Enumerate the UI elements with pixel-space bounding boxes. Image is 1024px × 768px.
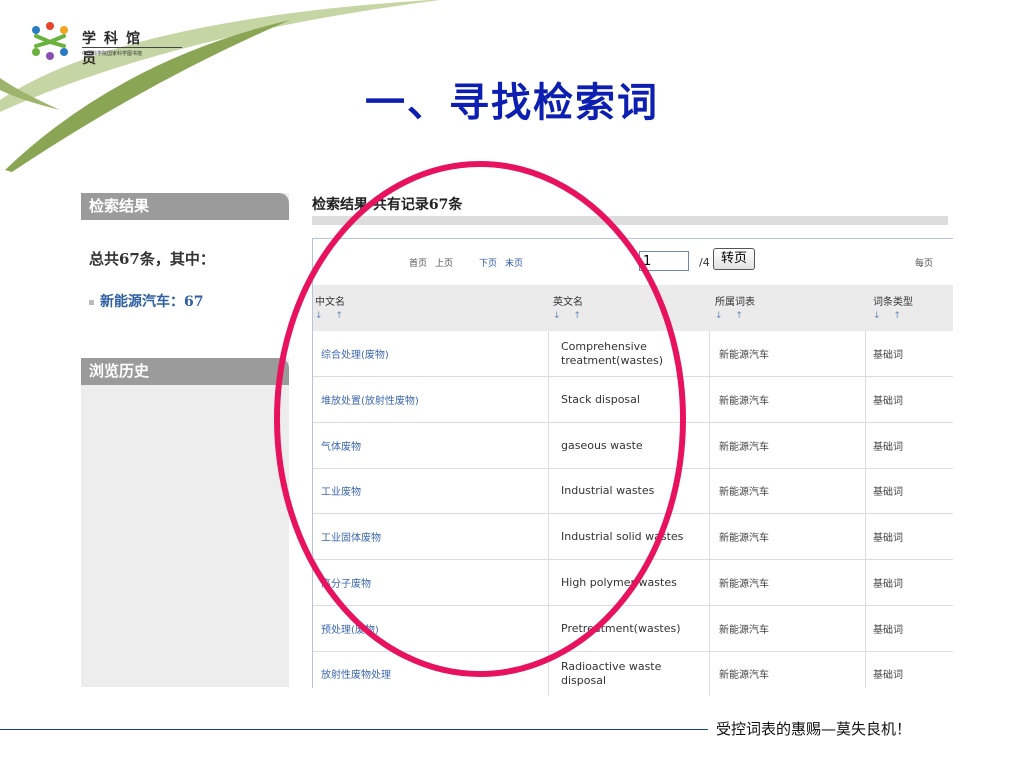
term-zh-link[interactable]: 工业废物 — [321, 468, 361, 513]
term-zh-link[interactable]: 高分子废物 — [321, 560, 371, 605]
logo-rule — [82, 47, 182, 48]
last-page-link[interactable]: 末页 — [505, 256, 523, 269]
term-vocab: 新能源汽车 — [719, 579, 769, 590]
footer-slogan: 受控词表的惠赐—莫失良机！ — [716, 720, 912, 738]
term-vocab: 新能源汽车 — [719, 533, 769, 544]
term-vocab: 新能源汽车 — [719, 396, 769, 407]
first-page-link[interactable]: 首页 — [409, 256, 427, 269]
term-en: Radioactive waste disposal — [548, 651, 710, 696]
category-filter-link[interactable]: 新能源汽车：67 — [89, 291, 203, 311]
term-vocab: 新能源汽车 — [719, 442, 769, 453]
footer-rule — [0, 729, 708, 730]
slide-title: 一、寻找检索词 — [365, 79, 659, 126]
logo-mark-icon — [32, 22, 68, 60]
term-en: High polymer wastes — [548, 560, 710, 605]
term-vocab: 新能源汽车 — [719, 670, 769, 681]
term-zh-link[interactable]: 堆放处置(放射性废物) — [321, 377, 419, 422]
results-panel — [81, 220, 289, 358]
sort-arrows-icon[interactable]: ↓ ↑ — [315, 311, 348, 321]
term-type: 基础词 — [873, 533, 903, 544]
logo: 学科馆员 中国科学院国家科学图书馆 — [28, 20, 182, 67]
term-en: Pretreatment(wastes) — [548, 606, 710, 651]
term-en: Industrial solid wastes — [548, 514, 710, 559]
table-row: 工业废物 Industrial wastes 新能源汽车 基础词 — [313, 468, 953, 514]
sort-arrows-icon[interactable]: ↓ ↑ — [873, 311, 913, 321]
term-zh-link[interactable]: 工业固体废物 — [321, 514, 381, 559]
column-header-type[interactable]: 词条类型 ↓ ↑ — [873, 293, 913, 321]
column-label: 所属词表 — [715, 297, 755, 308]
results-panel-main: 首页 上页 下页 末页 1 /4 转页 每页 中文名 ↓ ↑ 英文名 ↓ ↑ 所属词… — [312, 238, 953, 696]
prev-page-link[interactable]: 上页 — [435, 256, 453, 269]
term-type: 基础词 — [873, 579, 903, 590]
term-zh-link[interactable]: 预处理(废物) — [321, 606, 379, 651]
sort-arrows-icon[interactable]: ↓ ↑ — [715, 311, 755, 321]
pagination-bar: 首页 上页 下页 末页 1 /4 转页 每页 — [313, 239, 953, 283]
term-type: 基础词 — [873, 487, 903, 498]
term-type: 基础词 — [873, 670, 903, 681]
table-row: 高分子废物 High polymer wastes 新能源汽车 基础词 — [313, 560, 953, 606]
per-page-label: 每页 — [915, 259, 934, 269]
logo-subtitle: 中国科学院国家科学图书馆 — [82, 51, 143, 57]
category-label: 新能源汽车：67 — [100, 294, 204, 310]
column-label: 英文名 — [553, 297, 583, 308]
go-to-page-button[interactable]: 转页 — [713, 248, 755, 270]
column-header-zh[interactable]: 中文名 ↓ ↑ — [315, 293, 348, 321]
term-type: 基础词 — [873, 625, 903, 636]
column-divider — [865, 331, 866, 688]
table-row: 综合处理(废物) Comprehensive treatment(wastes)… — [313, 331, 953, 377]
term-en: Industrial wastes — [548, 468, 710, 513]
history-heading: 浏览历史 — [81, 358, 289, 385]
sort-arrows-icon[interactable]: ↓ ↑ — [553, 311, 586, 321]
table-row: 工业固体废物 Industrial solid wastes 新能源汽车 基础词 — [313, 514, 953, 560]
term-zh-link[interactable]: 气体废物 — [321, 423, 361, 468]
sidebar: 检索结果 总共67条，其中： 新能源汽车：67 浏览历史 — [81, 193, 289, 687]
term-vocab: 新能源汽车 — [719, 487, 769, 498]
results-title: 检索结果 共有记录67条 — [312, 197, 463, 213]
term-en: Stack disposal — [548, 377, 710, 422]
bullet-icon — [89, 299, 94, 305]
term-type: 基础词 — [873, 442, 903, 453]
table-row: 气体废物 gaseous waste 新能源汽车 基础词 — [313, 423, 953, 469]
column-label: 词条类型 — [873, 297, 913, 308]
results-heading: 检索结果 — [81, 193, 289, 220]
term-type: 基础词 — [873, 350, 903, 361]
table-row: 放射性废物处理 Radioactive waste disposal 新能源汽车… — [313, 651, 953, 696]
term-zh-link[interactable]: 放射性废物处理 — [321, 651, 391, 696]
term-vocab: 新能源汽车 — [719, 625, 769, 636]
next-page-link[interactable]: 下页 — [479, 256, 497, 269]
term-zh-link[interactable]: 综合处理(废物) — [321, 331, 389, 376]
term-type: 基础词 — [873, 396, 903, 407]
term-en: Comprehensive treatment(wastes) — [548, 331, 710, 376]
page-number-input[interactable]: 1 — [639, 251, 689, 271]
table-row: 预处理(废物) Pretreatment(wastes) 新能源汽车 基础词 — [313, 606, 953, 652]
column-label: 中文名 — [315, 297, 345, 308]
term-en: gaseous waste — [548, 423, 710, 468]
table-header: 中文名 ↓ ↑ 英文名 ↓ ↑ 所属词表 ↓ ↑ 词条类型 ↓ ↑ — [313, 285, 953, 331]
results-title-bar — [312, 216, 948, 225]
column-header-en[interactable]: 英文名 ↓ ↑ — [553, 293, 586, 321]
table-row: 堆放处置(放射性废物) Stack disposal 新能源汽车 基础词 — [313, 377, 953, 423]
results-total: 总共67条，其中： — [89, 250, 215, 268]
column-header-vocab[interactable]: 所属词表 ↓ ↑ — [715, 293, 755, 321]
term-vocab: 新能源汽车 — [719, 350, 769, 361]
total-pages: /4 — [699, 256, 710, 269]
logo-name: 学科馆员 — [82, 31, 148, 67]
